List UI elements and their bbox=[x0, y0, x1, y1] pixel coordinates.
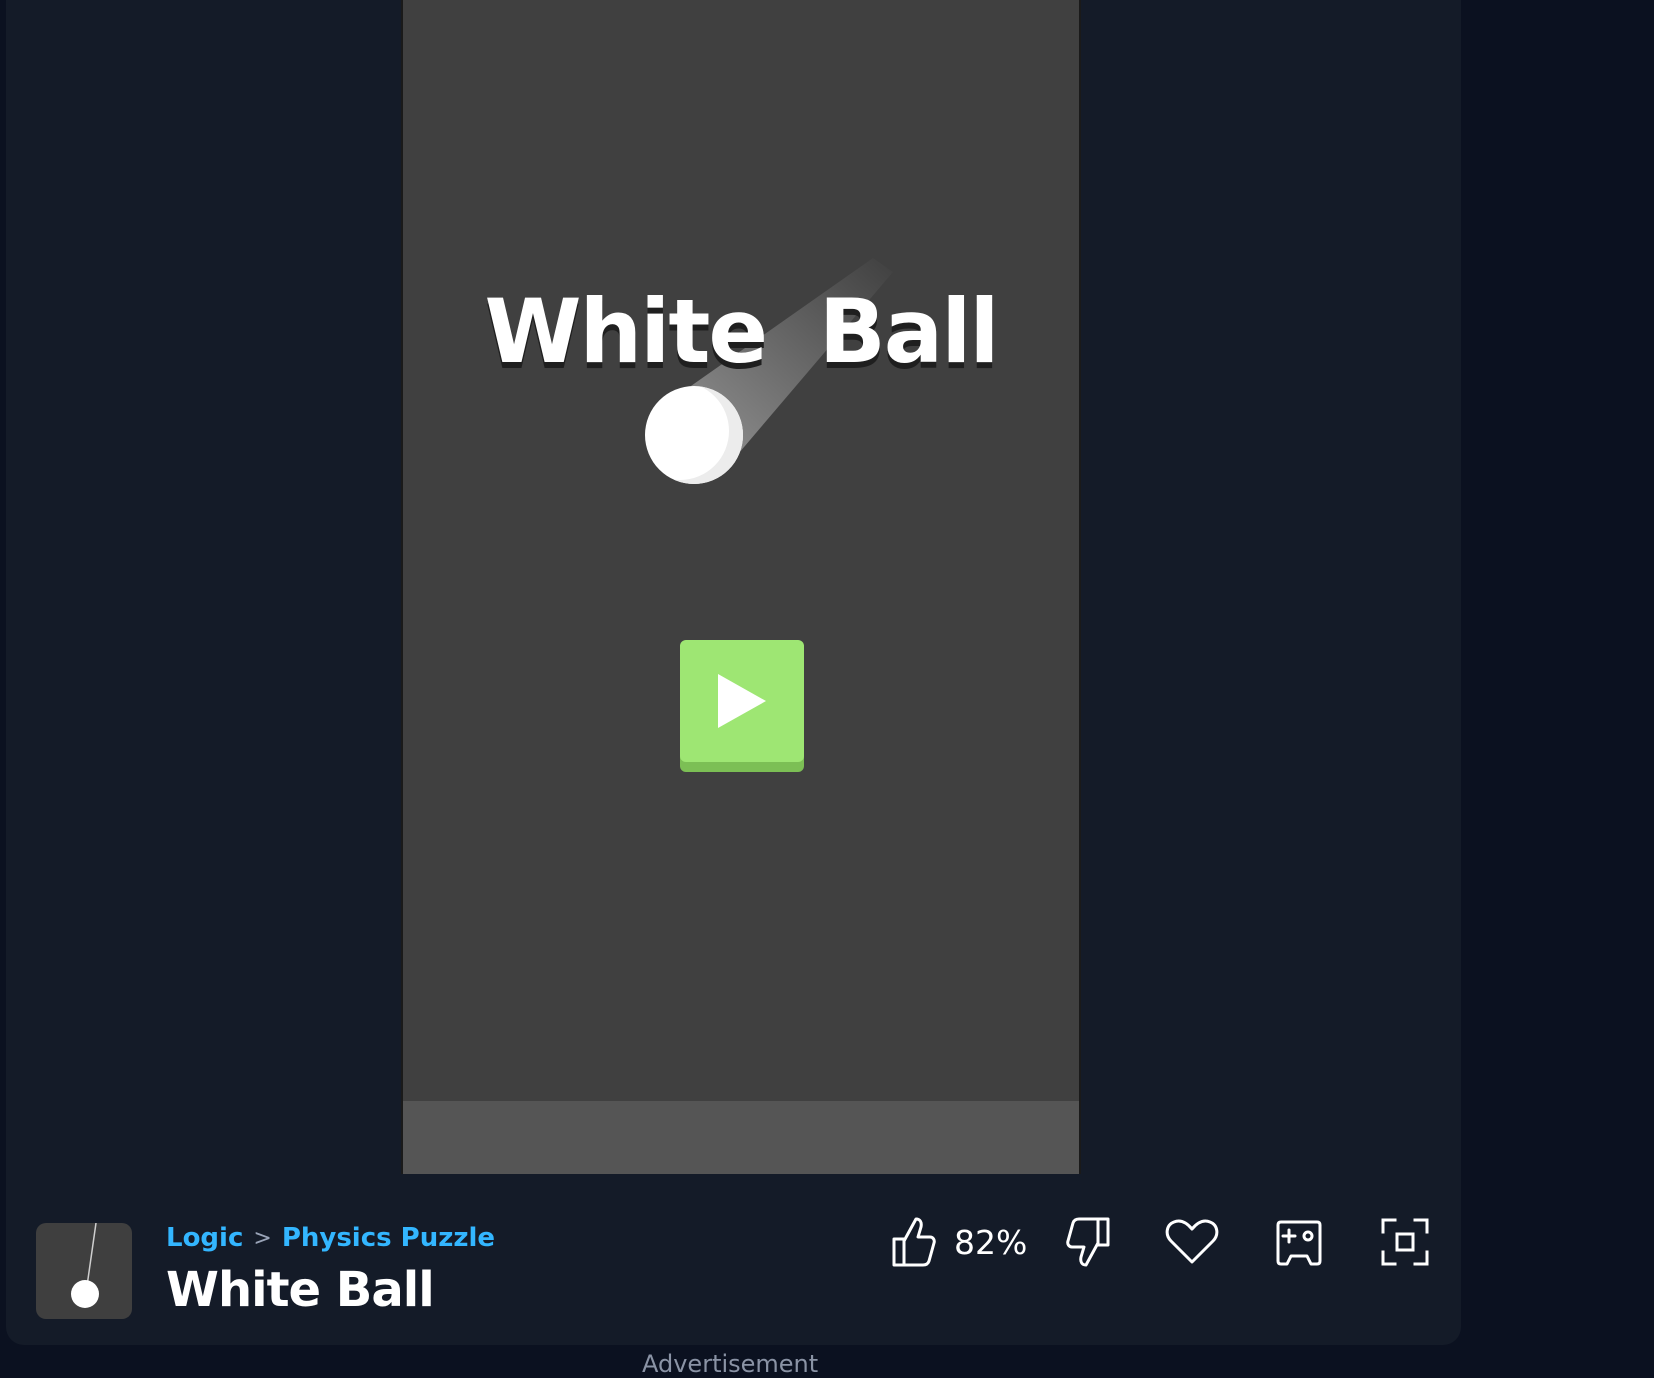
advertisement-label: Advertisement bbox=[642, 1350, 819, 1378]
game-thumbnail[interactable] bbox=[36, 1223, 132, 1319]
thumbnail-ball-icon bbox=[71, 1223, 99, 1308]
thumbs-down-icon bbox=[1066, 1217, 1110, 1267]
page-title: White Ball bbox=[166, 1262, 435, 1318]
fullscreen-icon bbox=[1381, 1218, 1429, 1266]
game-canvas[interactable]: White Ball bbox=[401, 0, 1081, 1174]
breadcrumb-separator: > bbox=[253, 1225, 272, 1251]
white-ball bbox=[645, 386, 743, 484]
play-button[interactable] bbox=[680, 640, 804, 762]
like-button[interactable]: 82% bbox=[890, 1212, 1027, 1272]
play-icon bbox=[718, 674, 766, 728]
breadcrumb-logic[interactable]: Logic bbox=[166, 1223, 243, 1253]
add-to-playlist-icon bbox=[1276, 1220, 1322, 1266]
heart-icon bbox=[1165, 1219, 1219, 1264]
add-to-playlist-button[interactable] bbox=[1275, 1212, 1323, 1272]
breadcrumb-physics-puzzle[interactable]: Physics Puzzle bbox=[282, 1223, 495, 1253]
fullscreen-button[interactable] bbox=[1381, 1212, 1429, 1272]
like-percentage: 82% bbox=[954, 1222, 1028, 1262]
dislike-button[interactable] bbox=[1066, 1212, 1112, 1272]
game-title: White Ball bbox=[484, 280, 999, 383]
breadcrumb: Logic > Physics Puzzle bbox=[166, 1223, 495, 1253]
game-panel: White Ball bbox=[6, 0, 1461, 1345]
game-floor bbox=[403, 1101, 1079, 1174]
favorite-button[interactable] bbox=[1165, 1212, 1219, 1272]
thumbs-up-icon bbox=[892, 1217, 936, 1267]
